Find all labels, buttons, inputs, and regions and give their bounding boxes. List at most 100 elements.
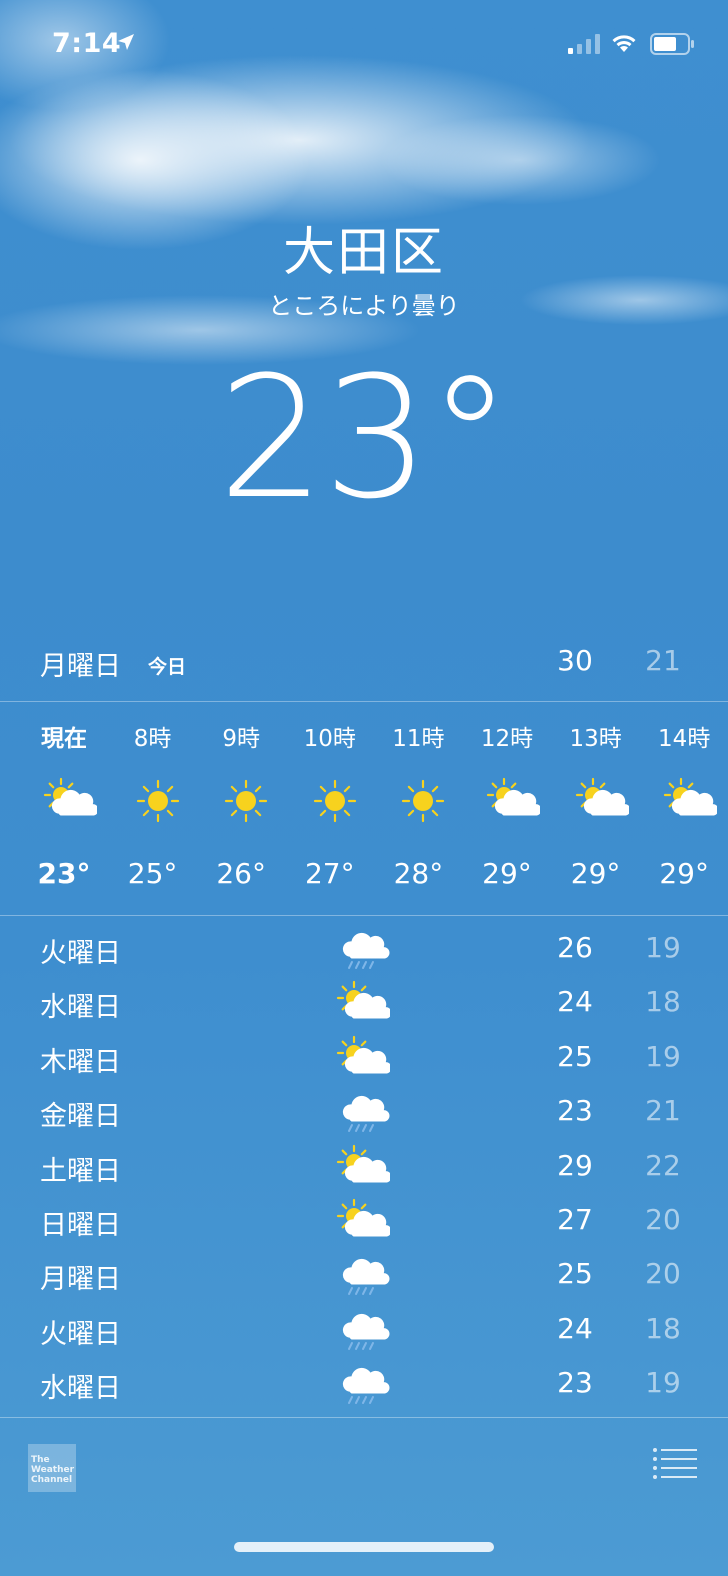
hourly-item: 14時 29° bbox=[639, 703, 728, 913]
partly-cloudy-icon bbox=[334, 978, 394, 1032]
hourly-item: 10時 27° bbox=[285, 703, 375, 913]
hour-temperature: 29° bbox=[570, 857, 621, 890]
day-name: 金曜日 bbox=[40, 1101, 121, 1133]
divider bbox=[0, 1417, 728, 1418]
hourly-item: 9時 26° bbox=[196, 703, 286, 913]
partly-cloudy-icon bbox=[573, 775, 631, 827]
home-indicator[interactable] bbox=[234, 1542, 494, 1552]
day-high-temp: 25 bbox=[557, 1039, 593, 1073]
day-high-temp: 26 bbox=[557, 931, 593, 964]
day-low-temp: 20 bbox=[645, 1203, 681, 1236]
location-arrow-icon bbox=[118, 34, 134, 50]
hour-temperature: 25° bbox=[127, 857, 178, 890]
day-high-temp: 23 bbox=[557, 1094, 593, 1128]
hourly-forecast-strip[interactable]: 現在 23° 8時 25° 9時 26° 10時 27° 11時 28° 12時 29° 13時 2… bbox=[0, 703, 728, 913]
location-header: 大田区 ところにより曇り bbox=[0, 218, 728, 323]
rain-cloud-icon bbox=[334, 1087, 394, 1141]
hourly-item: 11時 28° bbox=[373, 703, 463, 913]
day-high-temp: 23 bbox=[557, 1366, 593, 1400]
partly-cloudy-icon bbox=[484, 775, 542, 827]
battery-icon bbox=[650, 33, 694, 55]
status-bar: 7:14 bbox=[0, 0, 728, 90]
hour-label: 12時 bbox=[480, 726, 534, 752]
hourly-item: 現在 23° bbox=[19, 703, 109, 913]
hour-temperature: 27° bbox=[304, 857, 355, 890]
daily-forecast-row: 水曜日 23 19 bbox=[0, 1359, 728, 1413]
hour-label: 現在 bbox=[41, 726, 87, 752]
rain-cloud-icon bbox=[334, 924, 394, 978]
daily-forecast-row: 日曜日 27 20 bbox=[0, 1196, 728, 1250]
day-name: 日曜日 bbox=[40, 1210, 121, 1241]
sun-icon bbox=[395, 775, 451, 827]
day-name: 土曜日 bbox=[40, 1155, 121, 1187]
daily-forecast-row: 火曜日 24 18 bbox=[0, 1305, 728, 1359]
today-high-temp: 30 bbox=[557, 644, 593, 677]
sun-icon bbox=[218, 775, 274, 827]
hour-label: 8時 bbox=[133, 726, 172, 752]
partly-cloudy-icon bbox=[334, 1142, 394, 1196]
divider bbox=[0, 915, 728, 916]
daily-forecast-row: 金曜日 23 21 bbox=[0, 1087, 728, 1141]
daily-forecast-row: 火曜日 26 19 bbox=[0, 924, 728, 978]
hour-label: 9時 bbox=[222, 726, 260, 752]
hour-temperature: 29° bbox=[482, 857, 532, 890]
partly-cloudy-icon bbox=[334, 1196, 394, 1250]
rain-cloud-icon bbox=[334, 1359, 394, 1413]
day-high-temp: 25 bbox=[557, 1257, 593, 1291]
current-temperature: 23° bbox=[218, 340, 512, 536]
divider bbox=[0, 701, 728, 702]
hour-temperature: 28° bbox=[393, 857, 444, 890]
day-low-temp: 19 bbox=[645, 931, 681, 964]
hourly-item: 13時 29° bbox=[551, 703, 641, 913]
hourly-item: 12時 29° bbox=[462, 703, 552, 913]
day-name: 水曜日 bbox=[40, 1373, 121, 1405]
hour-temperature: 23° bbox=[37, 857, 91, 890]
sun-icon bbox=[130, 775, 186, 827]
status-time: 7:14 bbox=[52, 28, 122, 59]
partly-cloudy-icon bbox=[661, 775, 719, 827]
day-low-temp: 18 bbox=[645, 985, 681, 1019]
daily-forecast-row: 月曜日 25 20 bbox=[0, 1250, 728, 1304]
hourly-item: 8時 25° bbox=[108, 703, 198, 913]
today-day-name: 月曜日 bbox=[40, 651, 121, 682]
weather-channel-logo[interactable]: The Weather Channel bbox=[28, 1444, 76, 1492]
today-low-temp: 21 bbox=[645, 644, 681, 677]
today-summary-row: 月曜日 今日 30 21 bbox=[0, 634, 728, 698]
day-high-temp: 29 bbox=[557, 1148, 593, 1182]
hour-temperature: 29° bbox=[659, 857, 709, 890]
day-low-temp: 18 bbox=[645, 1311, 681, 1345]
daily-forecast-row: 土曜日 29 22 bbox=[0, 1142, 728, 1196]
rain-cloud-icon bbox=[334, 1305, 394, 1359]
hour-label: 14時 bbox=[658, 726, 711, 752]
list-icon[interactable] bbox=[652, 1446, 698, 1482]
hour-temperature: 26° bbox=[216, 857, 266, 890]
day-low-temp: 20 bbox=[645, 1257, 681, 1291]
day-name: 月曜日 bbox=[40, 1264, 121, 1296]
cellular-signal-icon bbox=[568, 34, 600, 54]
weather-condition: ところにより曇り bbox=[268, 292, 460, 320]
day-name: 木曜日 bbox=[40, 1046, 121, 1078]
wifi-icon bbox=[612, 35, 636, 52]
day-low-temp: 22 bbox=[645, 1148, 681, 1182]
rain-cloud-icon bbox=[334, 1250, 394, 1304]
day-low-temp: 19 bbox=[645, 1039, 681, 1073]
day-high-temp: 27 bbox=[557, 1203, 593, 1236]
daily-forecast-row: 木曜日 25 19 bbox=[0, 1033, 728, 1087]
day-name: 火曜日 bbox=[40, 1318, 121, 1350]
partly-cloudy-icon bbox=[334, 1033, 394, 1087]
sun-icon bbox=[307, 775, 363, 827]
today-label: 今日 bbox=[148, 656, 187, 678]
daily-forecast-row: 水曜日 24 18 bbox=[0, 978, 728, 1032]
footer: The Weather Channel bbox=[0, 1426, 728, 1576]
day-low-temp: 21 bbox=[645, 1094, 681, 1128]
day-high-temp: 24 bbox=[557, 985, 593, 1019]
day-name: 水曜日 bbox=[40, 992, 121, 1024]
hour-label: 10時 bbox=[303, 726, 356, 752]
partly-cloudy-icon bbox=[41, 775, 99, 827]
hour-label: 13時 bbox=[569, 726, 622, 752]
day-name: 火曜日 bbox=[40, 938, 121, 969]
day-low-temp: 19 bbox=[645, 1366, 681, 1400]
day-high-temp: 24 bbox=[557, 1311, 593, 1345]
city-name: 大田区 bbox=[282, 223, 445, 283]
hour-label: 11時 bbox=[392, 726, 445, 752]
